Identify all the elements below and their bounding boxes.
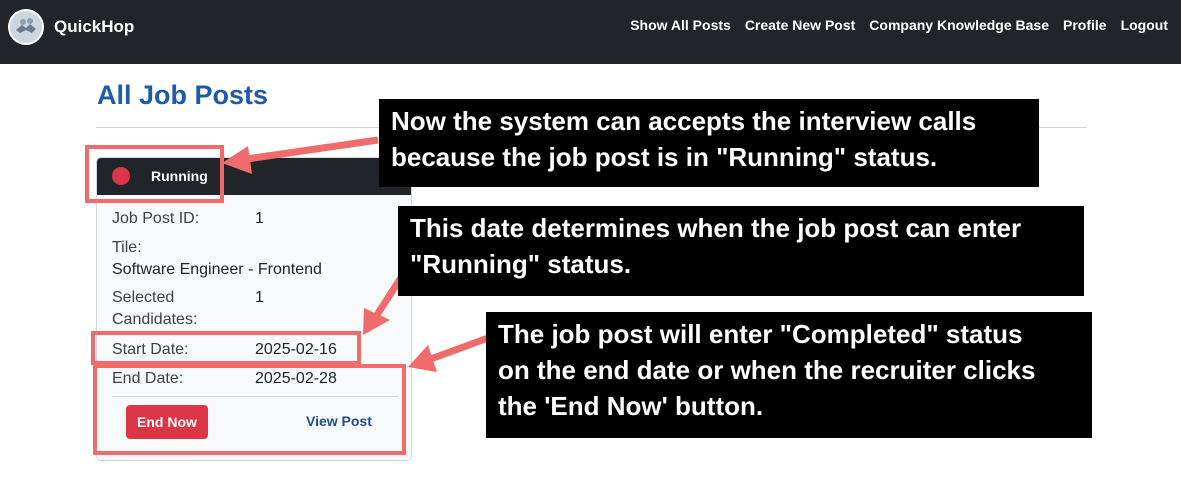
callout-start-line-1: This date determines when the job post c… [410,213,1022,243]
callout-end-line-1: The job post will enter "Completed" stat… [498,319,1023,349]
page: QuickHop Show All Posts Create New Post … [0,0,1181,483]
job-post-id-label: Job Post ID: [112,210,200,227]
nav-create-new-post[interactable]: Create New Post [745,17,855,33]
callout-end-line-3: the 'End Now' button. [498,391,764,421]
title-label: Tile: [112,239,142,256]
callout-running-line-2: because the job post is in "Running" sta… [391,142,938,172]
nav-profile[interactable]: Profile [1063,17,1107,33]
nav-logout[interactable]: Logout [1121,17,1168,33]
selected-candidates-value: 1 [255,289,264,306]
callout-start-date: This date determines when the job post c… [398,206,1084,296]
callout-start-line-2: "Running" status. [410,249,632,279]
callout-end-date: The job post will enter "Completed" stat… [486,312,1092,438]
highlight-start-date-box [91,331,361,365]
callout-running-status: Now the system can accepts the interview… [379,99,1039,187]
selected-candidates-label-line-1: Selected [112,289,175,306]
nav-show-all-posts[interactable]: Show All Posts [630,17,731,33]
brand[interactable]: QuickHop [8,9,134,45]
brand-logo-icon [8,9,44,45]
navbar: QuickHop Show All Posts Create New Post … [0,0,1181,64]
brand-name: QuickHop [54,17,135,36]
highlight-status-box [85,145,224,203]
nav-links: Show All Posts Create New Post Company K… [616,17,1168,33]
selected-candidates-label-line-2: Candidates: [112,311,198,328]
title-value: Software Engineer - Frontend [112,261,322,278]
callout-running-line-1: Now the system can accepts the interview… [391,106,977,136]
callout-end-line-2: on the end date or when the recruiter cl… [498,355,1036,385]
page-title: All Job Posts [97,80,269,110]
job-post-id-value: 1 [255,210,264,227]
nav-company-knowledge-base[interactable]: Company Knowledge Base [869,17,1049,33]
highlight-end-date-box [93,364,406,455]
